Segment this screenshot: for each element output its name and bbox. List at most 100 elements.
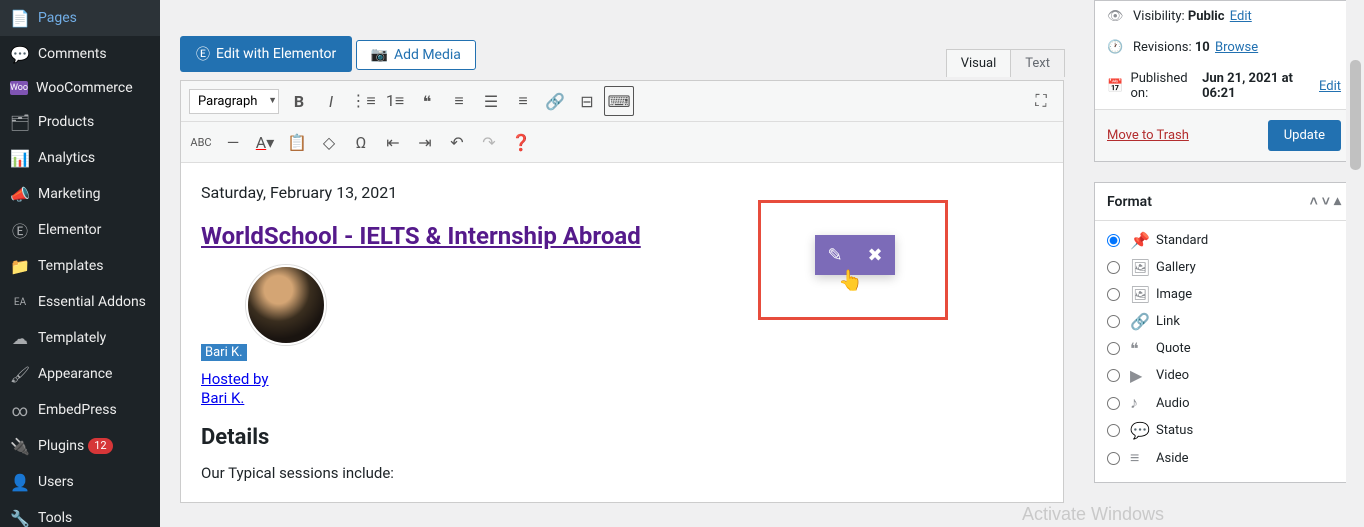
host-avatar (246, 265, 326, 345)
sidebar-item-analytics[interactable]: 📊 Analytics (0, 140, 160, 176)
special-char-button[interactable]: Ω (346, 127, 376, 157)
link-button[interactable]: 🔗 (540, 86, 570, 116)
scrollbar-track[interactable] (1346, 0, 1364, 527)
update-button[interactable]: Update (1268, 120, 1341, 151)
format-radio-video[interactable] (1107, 369, 1120, 382)
read-more-button[interactable]: ⊟ (572, 86, 602, 116)
format-status[interactable]: 💬 Status (1107, 417, 1341, 444)
sidebar-item-tools[interactable]: 🔧 Tools (0, 500, 160, 527)
analytics-icon: 📊 (10, 148, 30, 168)
tab-text[interactable]: Text (1010, 49, 1065, 77)
elementor-icon: Ⓔ (10, 220, 30, 240)
format-panel-body: 📌 Standard 🖼 Gallery 🖼 Image 🔗 Link (1095, 221, 1353, 482)
sessions-text: Our Typical sessions include: (201, 464, 1043, 482)
marketing-icon: 📣 (10, 184, 30, 204)
edit-elementor-button[interactable]: Ⓔ Edit with Elementor (180, 36, 352, 72)
content-title-link[interactable]: WorldSchool - IELTS & Internship Abroad (201, 222, 641, 250)
sidebar-item-templately[interactable]: ☁ Templately (0, 320, 160, 356)
sidebar-item-plugins[interactable]: 🔌 Plugins 12 (0, 428, 160, 464)
comments-icon: 💬 (10, 44, 30, 64)
text-color-button[interactable]: A▾ (250, 127, 280, 157)
panel-up-icon[interactable]: ˄ (1310, 193, 1318, 210)
align-right-button[interactable]: ≡ (508, 86, 538, 116)
bullet-list-button[interactable]: ⋮≡ (348, 86, 378, 116)
sidebar-item-embedpress[interactable]: ∞ EmbedPress (0, 392, 160, 428)
hosted-by-link[interactable]: Hosted by (201, 370, 268, 388)
sidebar-item-marketing[interactable]: 📣 Marketing (0, 176, 160, 212)
activate-windows-watermark: Activate Windows (1022, 504, 1164, 525)
format-select[interactable]: Paragraph (189, 89, 279, 114)
ea-icon: EA (10, 292, 30, 312)
gallery-icon: 🖼 (1130, 258, 1148, 277)
format-radio-link[interactable] (1107, 315, 1120, 328)
sidebar-label: Tools (38, 510, 72, 526)
format-radio-image[interactable] (1107, 288, 1120, 301)
scrollbar-thumb[interactable] (1350, 60, 1361, 170)
bold-button[interactable]: B (284, 86, 314, 116)
fullscreen-button[interactable]: ⛶ (1026, 86, 1056, 116)
plugins-badge: 12 (88, 438, 112, 454)
format-radio-audio[interactable] (1107, 397, 1120, 410)
published-value: Jun 21, 2021 at 06:21 (1202, 71, 1314, 101)
format-radio-quote[interactable] (1107, 342, 1120, 355)
video-icon: ▶ (1130, 366, 1148, 385)
format-gallery[interactable]: 🖼 Gallery (1107, 254, 1341, 281)
format-radio-gallery[interactable] (1107, 261, 1120, 274)
published-edit-link[interactable]: Edit (1319, 79, 1341, 94)
format-standard[interactable]: 📌 Standard (1107, 227, 1341, 254)
format-panel-header[interactable]: Format ˄ ˅ ▴ (1095, 183, 1353, 221)
panel-toggle-icon[interactable]: ▴ (1334, 193, 1341, 210)
format-radio-aside[interactable] (1107, 452, 1120, 465)
outdent-button[interactable]: ⇤ (378, 127, 408, 157)
format-radio-status[interactable] (1107, 424, 1120, 437)
format-quote[interactable]: ❝ Quote (1107, 335, 1341, 362)
plugins-icon: 🔌 (10, 436, 30, 456)
sidebar-item-comments[interactable]: 💬 Comments (0, 36, 160, 72)
sidebar-item-woocommerce[interactable]: Woo WooCommerce (0, 72, 160, 104)
tab-visual[interactable]: Visual (946, 49, 1012, 77)
calendar-icon: 📅 (1107, 79, 1125, 94)
paste-text-button[interactable]: 📋 (282, 127, 312, 157)
strikethrough-button[interactable]: ABC (186, 127, 216, 157)
format-image[interactable]: 🖼 Image (1107, 281, 1341, 308)
sidebar-item-templates[interactable]: 📁 Templates (0, 248, 160, 284)
blockquote-button[interactable]: ❝ (412, 86, 442, 116)
add-media-button[interactable]: 📷 Add Media (356, 40, 476, 70)
format-aside[interactable]: ≡ Aside (1107, 444, 1341, 472)
sidebar-item-users[interactable]: 👤 Users (0, 464, 160, 500)
panel-down-icon[interactable]: ˅ (1322, 193, 1330, 210)
woo-icon: Woo (10, 81, 28, 95)
revisions-browse-link[interactable]: Browse (1215, 40, 1258, 55)
audio-icon: ♪ (1130, 393, 1148, 413)
redo-button[interactable]: ↷ (474, 127, 504, 157)
format-radio-standard[interactable] (1107, 234, 1120, 247)
sidebar-item-products[interactable]: 🗂 Products (0, 104, 160, 140)
sidebar-item-essential-addons[interactable]: EA Essential Addons (0, 284, 160, 320)
indent-button[interactable]: ⇥ (410, 127, 440, 157)
undo-button[interactable]: ↶ (442, 127, 472, 157)
embed-edit-button[interactable]: ✎ (815, 235, 855, 275)
move-to-trash-link[interactable]: Move to Trash (1107, 128, 1189, 143)
hr-button[interactable]: — (218, 127, 248, 157)
published-label: Published on: (1131, 71, 1199, 101)
numbered-list-button[interactable]: 1≡ (380, 86, 410, 116)
embed-remove-button[interactable]: ✖ (855, 235, 895, 275)
sidebar-item-elementor[interactable]: Ⓔ Elementor (0, 212, 160, 248)
help-button[interactable]: ❓ (506, 127, 536, 157)
image-icon: 🖼 (1130, 285, 1148, 304)
format-video[interactable]: ▶ Video (1107, 362, 1341, 389)
toolbar-toggle-button[interactable]: ⌨ (604, 86, 634, 116)
host-name-link[interactable]: Bari K. (201, 389, 244, 407)
sidebar-item-appearance[interactable]: 🖌 Appearance (0, 356, 160, 392)
format-link[interactable]: 🔗 Link (1107, 308, 1341, 335)
clear-formatting-button[interactable]: ◇ (314, 127, 344, 157)
align-left-button[interactable]: ≡ (444, 86, 474, 116)
italic-button[interactable]: I (316, 86, 346, 116)
revisions-row: 🕐 Revisions: 10 Browse (1095, 32, 1353, 63)
visibility-edit-link[interactable]: Edit (1230, 9, 1252, 24)
main-content: Ⓔ Edit with Elementor 📷 Add Media Visual… (160, 0, 1084, 527)
align-center-button[interactable]: ☰ (476, 86, 506, 116)
sidebar-item-pages[interactable]: 📄 Pages (0, 0, 160, 36)
format-audio[interactable]: ♪ Audio (1107, 389, 1341, 417)
link-icon: 🔗 (1130, 312, 1148, 331)
